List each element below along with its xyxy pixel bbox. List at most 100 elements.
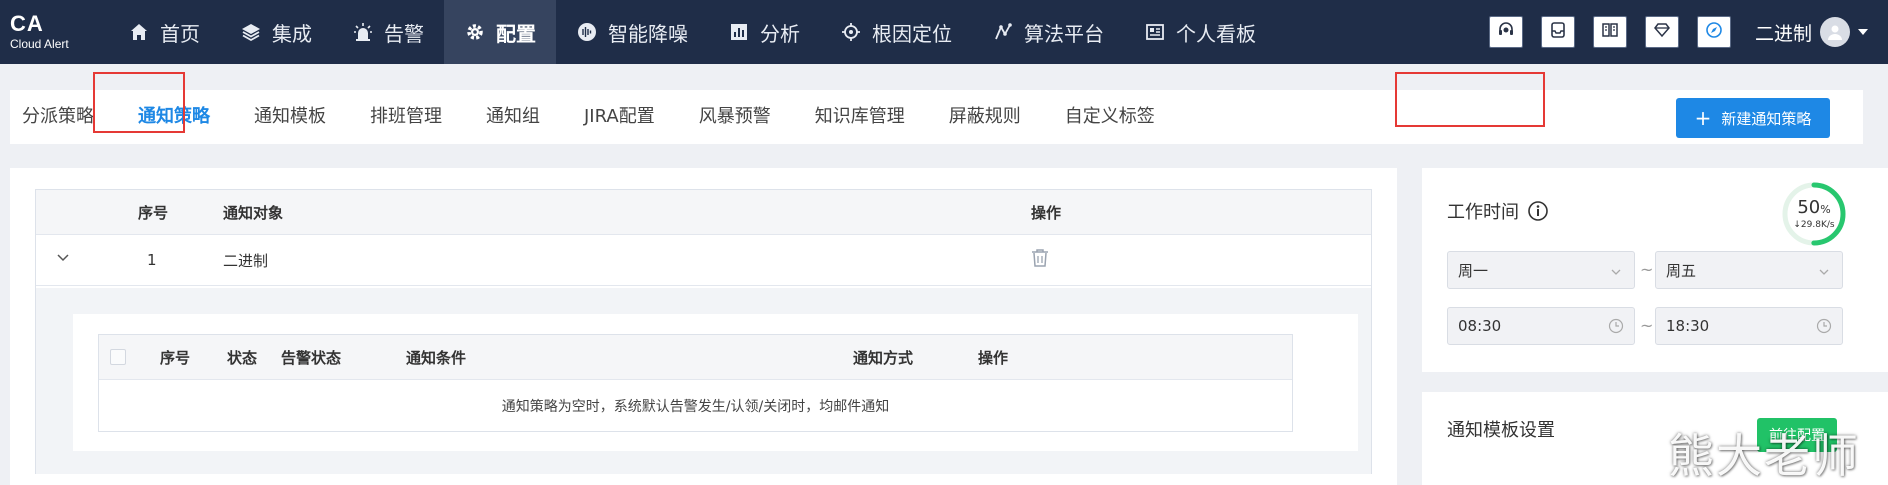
speed-rate: ↓29.8K/s — [1793, 219, 1835, 230]
clock-icon — [1816, 318, 1832, 334]
user-name: 二进制 — [1754, 22, 1812, 45]
bar-chart-icon — [728, 21, 750, 43]
avatar — [1820, 17, 1850, 47]
day-from-value: 周一 — [1458, 261, 1489, 280]
support-button[interactable] — [1488, 16, 1523, 48]
main-nav: 首页 集成 告警 配置 智能降噪 分析 根因定位 算法平台 个人看板 — [108, 0, 1276, 64]
watermark-text: 熊大老师 — [1668, 429, 1860, 483]
expand-toggle[interactable] — [56, 235, 70, 285]
day-to-value: 周五 — [1666, 261, 1697, 280]
nav-toolbar: 二进制 — [1488, 0, 1888, 64]
config-tab-bar: 分派策略 通知策略 通知模板 排班管理 通知组 JIRA配置 风暴预警 知识库管… — [10, 90, 1863, 144]
time-to-value: 18:30 — [1666, 317, 1710, 335]
condition-table: 序号 状态 告警状态 通知条件 通知方式 操作 通知策略为空时，系统默认告警发生… — [98, 334, 1293, 432]
nav-item-label: 个人看板 — [1176, 21, 1256, 46]
condition-table-header: 序号 状态 告警状态 通知条件 通知方式 操作 — [99, 335, 1292, 380]
col-header-target: 通知对象 — [223, 203, 284, 222]
dashboard-card-icon — [1144, 21, 1166, 43]
speed-percent: 50% — [1797, 196, 1831, 218]
range-separator: ~ — [1640, 260, 1654, 279]
nav-item-integration[interactable]: 集成 — [220, 0, 332, 64]
gear-icon — [464, 21, 486, 43]
locate-icon — [840, 21, 862, 43]
col-header-index: 序号 — [138, 203, 169, 222]
tab-storm-warning[interactable]: 风暴预警 — [677, 90, 793, 144]
nav-item-dashboard[interactable]: 个人看板 — [1124, 0, 1276, 64]
time-to-picker[interactable]: 18:30 — [1655, 307, 1843, 345]
day-from-select[interactable]: 周一 — [1447, 251, 1635, 289]
new-button-label: 新建通知策略 — [1721, 109, 1812, 128]
nav-item-config[interactable]: 配置 — [444, 0, 556, 64]
table-row[interactable]: 1 二进制 — [36, 235, 1371, 286]
book-icon — [1601, 21, 1619, 43]
select-all-checkbox[interactable] — [110, 335, 126, 379]
top-navbar: CA Cloud Alert 首页 集成 告警 配置 智能降噪 分析 根因定位 … — [0, 0, 1888, 64]
row-target: 二进制 — [223, 251, 269, 270]
policy-panel: 序号 通知对象 操作 1 二进制 序号 状态 告警状态 通知条件 通知方式 操作… — [10, 168, 1397, 485]
row-index: 1 — [147, 251, 157, 269]
tab-knowledge-base[interactable]: 知识库管理 — [793, 90, 927, 144]
range-separator: ~ — [1640, 316, 1654, 335]
waveform-icon — [576, 21, 598, 43]
premium-button[interactable] — [1644, 16, 1679, 48]
app-logo[interactable]: CA Cloud Alert — [0, 0, 108, 64]
tab-notification-template[interactable]: 通知模板 — [232, 90, 348, 144]
nav-item-root-cause[interactable]: 根因定位 — [820, 0, 972, 64]
nav-item-label: 告警 — [384, 21, 424, 46]
nav-item-label: 首页 — [160, 21, 200, 46]
template-title: 通知模板设置 — [1447, 420, 1555, 441]
tab-schedule-management[interactable]: 排班管理 — [348, 90, 464, 144]
nav-item-label: 集成 — [272, 21, 312, 46]
chevron-down-icon — [1858, 29, 1868, 35]
chevron-down-icon — [1818, 264, 1830, 282]
tab-custom-labels[interactable]: 自定义标签 — [1043, 90, 1177, 144]
new-notification-policy-button[interactable]: + 新建通知策略 — [1676, 98, 1830, 138]
alarm-light-icon — [352, 21, 374, 43]
col-header-condition: 通知条件 — [406, 348, 467, 367]
home-icon — [128, 21, 150, 43]
highlight-box-active-tab — [93, 72, 185, 133]
nav-item-noise-reduction[interactable]: 智能降噪 — [556, 0, 708, 64]
col-header-alert-status: 告警状态 — [281, 348, 342, 367]
logo-subtitle: Cloud Alert — [10, 37, 69, 51]
tab-mask-rules[interactable]: 屏蔽规则 — [927, 90, 1043, 144]
condition-card: 序号 状态 告警状态 通知条件 通知方式 操作 通知策略为空时，系统默认告警发生… — [73, 314, 1358, 451]
info-icon[interactable] — [1527, 200, 1549, 222]
diamond-icon — [1653, 21, 1671, 43]
col-header-status: 状态 — [227, 348, 258, 367]
worktime-title: 工作时间 — [1447, 202, 1519, 223]
nav-item-label: 算法平台 — [1024, 21, 1104, 46]
network-speed-widget[interactable]: 50% ↓29.8K/s — [1781, 181, 1847, 247]
worktime-title-row: 工作时间 — [1447, 198, 1549, 224]
time-from-value: 08:30 — [1458, 317, 1502, 335]
nav-item-alerts[interactable]: 告警 — [332, 0, 444, 64]
plus-icon: + — [1694, 106, 1712, 130]
chevron-down-icon — [56, 251, 70, 269]
col-header-action: 操作 — [978, 348, 1009, 367]
col-header-method: 通知方式 — [853, 348, 914, 367]
delete-button[interactable] — [1031, 235, 1049, 285]
trash-icon — [1031, 248, 1049, 272]
logo-title: CA — [10, 11, 44, 36]
nav-item-algorithm[interactable]: 算法平台 — [972, 0, 1124, 64]
day-to-select[interactable]: 周五 — [1655, 251, 1843, 289]
speed-readout: 50% ↓29.8K/s — [1781, 181, 1847, 247]
docs-button[interactable] — [1592, 16, 1627, 48]
nav-item-analysis[interactable]: 分析 — [708, 0, 820, 64]
user-menu[interactable]: 二进制 — [1755, 17, 1868, 47]
algorithm-icon — [992, 21, 1014, 43]
explore-button[interactable] — [1696, 16, 1731, 48]
tab-jira-config[interactable]: JIRA配置 — [562, 90, 677, 144]
clock-icon — [1608, 318, 1624, 334]
nav-item-label: 配置 — [496, 21, 536, 46]
table-header: 序号 通知对象 操作 — [36, 190, 1371, 235]
inbox-button[interactable] — [1540, 16, 1575, 48]
compass-icon — [1705, 21, 1723, 43]
time-from-picker[interactable]: 08:30 — [1447, 307, 1635, 345]
tab-notification-group[interactable]: 通知组 — [464, 90, 562, 144]
nav-item-home[interactable]: 首页 — [108, 0, 220, 64]
highlight-box-new-button — [1395, 72, 1545, 127]
nav-item-label: 智能降噪 — [608, 21, 688, 46]
headset-icon — [1497, 21, 1515, 43]
nav-item-label: 根因定位 — [872, 21, 952, 46]
